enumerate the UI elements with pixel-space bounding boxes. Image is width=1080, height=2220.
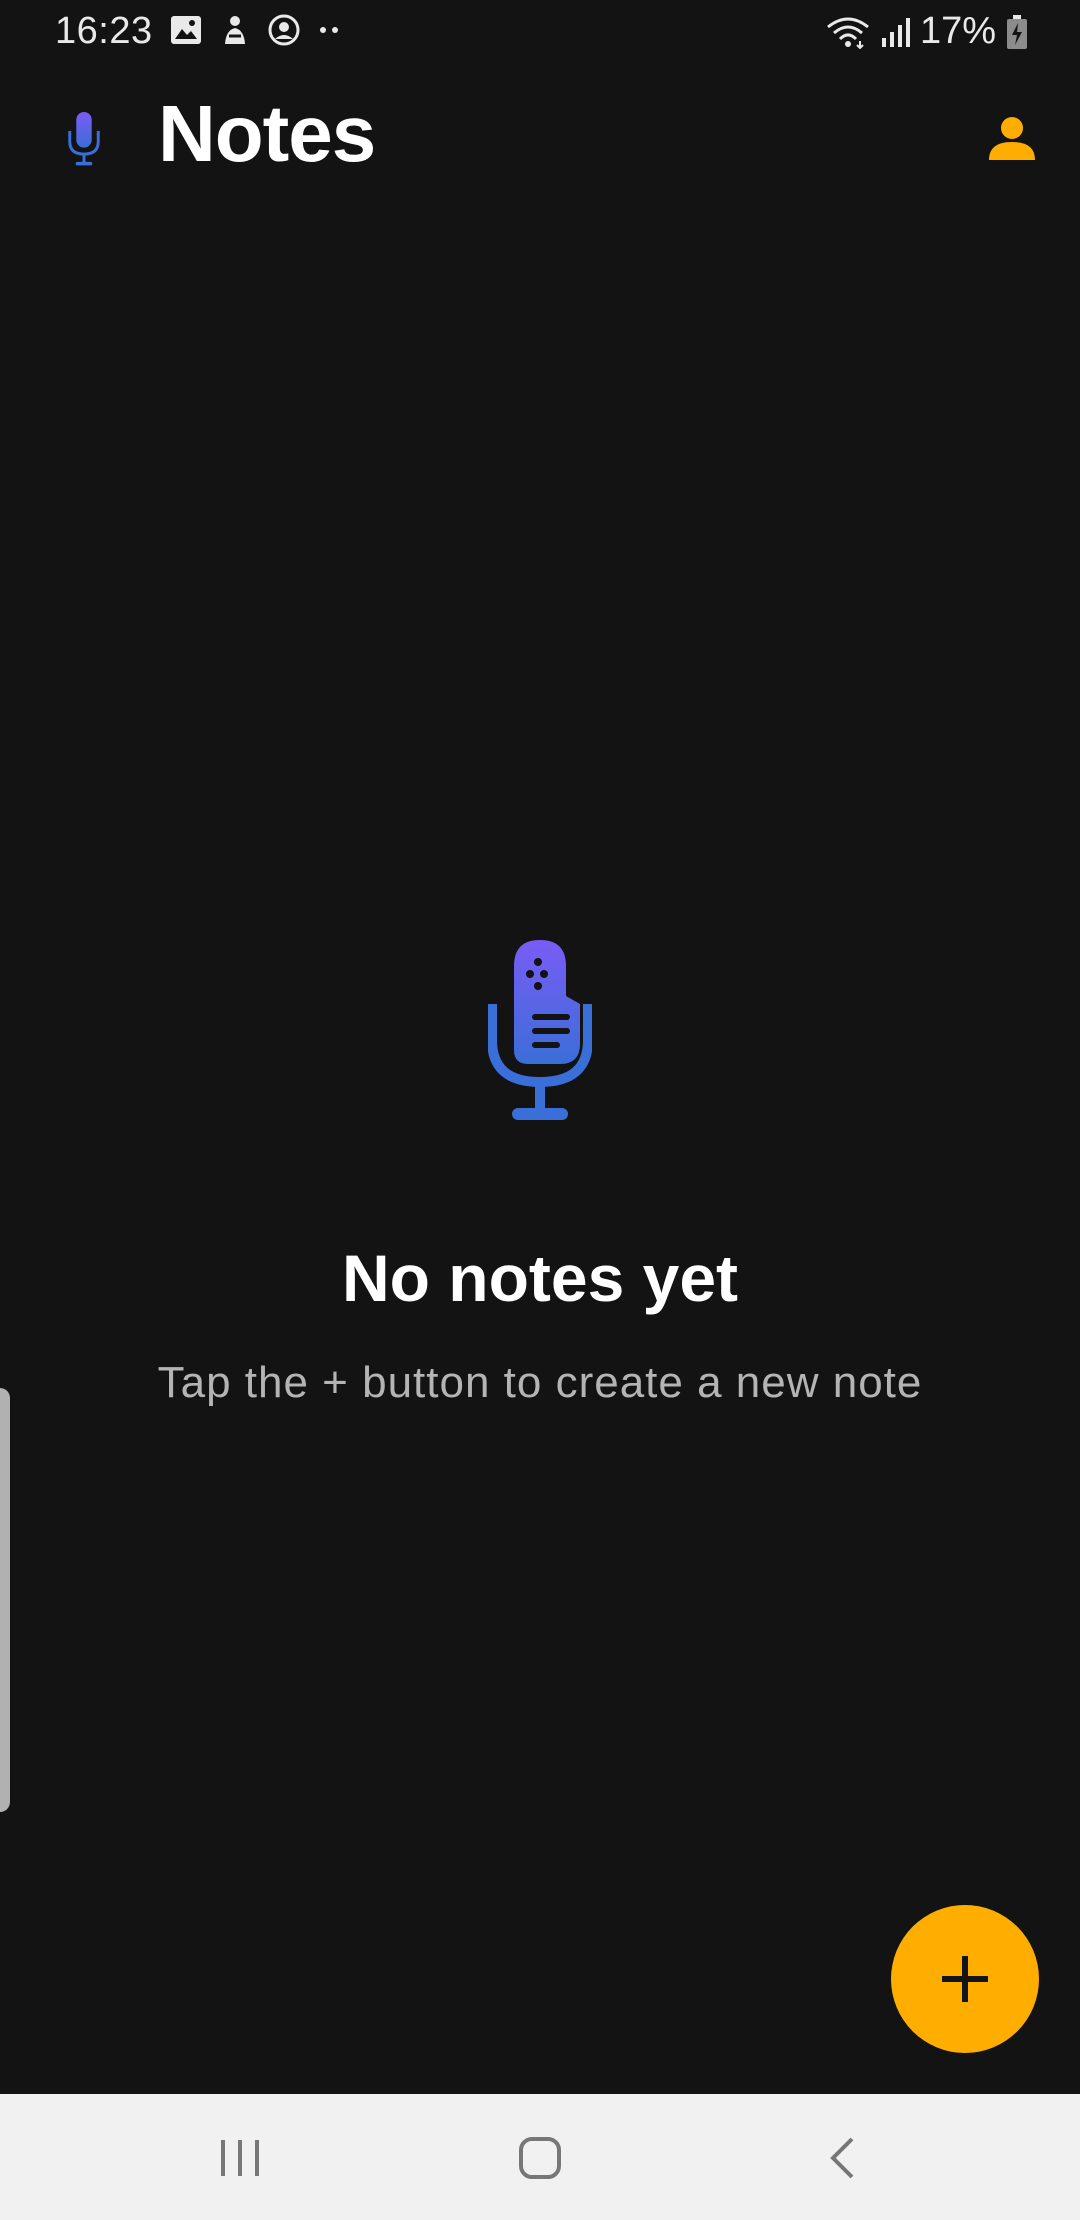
- battery-charging-icon: [1007, 14, 1027, 49]
- status-bar: 16:23 17%: [0, 0, 1080, 64]
- home-icon: [519, 2137, 561, 2179]
- status-system-icons: 17%: [826, 10, 1028, 53]
- back-icon: [830, 2137, 854, 2179]
- empty-state: No notes yet Tap the + button to create …: [0, 940, 1080, 1408]
- notes-screen: 16:23 17% Notes No notes yet Tap the + b…: [0, 0, 1080, 2220]
- empty-state-title: No notes yet: [341, 1241, 739, 1315]
- more-notifications-icon: [320, 27, 338, 33]
- new-note-button[interactable]: [891, 1905, 1039, 2053]
- app-notification-icon: [225, 16, 245, 44]
- system-nav-bar: [0, 2094, 1080, 2220]
- recents-button[interactable]: [190, 2118, 290, 2198]
- back-button[interactable]: [792, 2118, 892, 2198]
- plus-icon: [942, 1956, 988, 2002]
- app-bar: Notes: [0, 64, 1080, 214]
- status-notification-icons: [170, 14, 342, 46]
- page-title: Notes: [158, 89, 376, 178]
- wifi-icon: [827, 17, 869, 49]
- gallery-icon: [171, 16, 201, 44]
- account-circle-icon: [268, 14, 300, 46]
- empty-state-subtitle: Tap the + button to create a new note: [157, 1358, 923, 1407]
- battery-percentage: 17%: [919, 10, 996, 52]
- mic-note-icon: [68, 112, 100, 166]
- signal-icon: [881, 17, 910, 47]
- person-icon: [989, 117, 1035, 160]
- home-button[interactable]: [490, 2118, 590, 2198]
- recents-icon: [221, 2140, 259, 2176]
- edge-panel-handle[interactable]: [0, 1388, 10, 1812]
- status-time: 16:23: [55, 10, 153, 52]
- profile-button[interactable]: [974, 100, 1050, 176]
- mic-note-icon: [488, 940, 592, 1120]
